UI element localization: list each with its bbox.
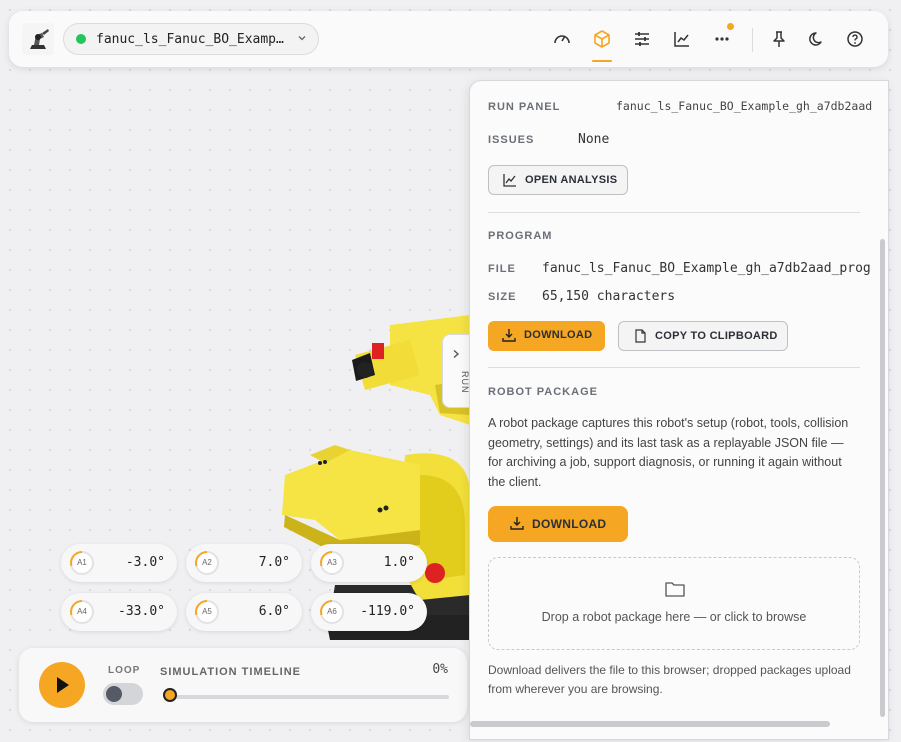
joint-label: A2 <box>202 558 212 567</box>
open-analysis-button[interactable]: OPEN ANALYSIS <box>488 165 628 195</box>
gauge-icon[interactable] <box>551 28 573 50</box>
robot-logo-icon[interactable] <box>22 23 54 55</box>
joint-readout-a4: A4 -33.0° <box>61 593 177 631</box>
joint-readout-a1: A1 -3.0° <box>61 544 177 582</box>
horizontal-scrollbar[interactable] <box>470 721 830 727</box>
joint-label: A4 <box>77 607 87 616</box>
joint-value: -3.0° <box>125 555 165 570</box>
robot-package-description: A robot package captures this robot's se… <box>488 416 849 489</box>
run-panel: RUN PANEL fanuc_ls_Fanuc_BO_Example_gh_a… <box>469 80 889 740</box>
timeline-label: SIMULATION TIMELINE <box>160 666 302 678</box>
program-label: PROGRAM <box>488 230 553 242</box>
download-icon <box>502 329 516 342</box>
joint-value: 7.0° <box>258 555 290 570</box>
toolbar-divider <box>752 28 753 52</box>
robot-3d-view[interactable] <box>270 315 470 640</box>
joint-label: A1 <box>77 558 87 567</box>
chart-icon <box>503 174 516 187</box>
notification-dot <box>727 23 734 30</box>
joint-readout-a2: A2 7.0° <box>186 544 302 582</box>
size-label: SIZE <box>488 291 517 303</box>
package-dropzone[interactable]: Drop a robot package here — or click to … <box>488 557 860 650</box>
section-divider <box>488 212 860 213</box>
run-panel-toggle[interactable]: RUN <box>442 334 470 408</box>
chart-icon[interactable] <box>671 28 693 50</box>
joint-readout-a5: A5 6.0° <box>186 593 302 631</box>
sliders-icon[interactable] <box>631 28 653 50</box>
run-panel-label: RUN PANEL <box>488 101 561 113</box>
section-divider <box>488 367 860 368</box>
document-icon <box>635 329 646 343</box>
joint-readout-a6: A6 -119.0° <box>311 593 427 631</box>
active-tab-indicator <box>592 60 612 62</box>
package-download-label: DOWNLOAD <box>532 517 607 531</box>
simulation-controls: LOOP SIMULATION TIMELINE 0% <box>19 648 467 722</box>
program-name: fanuc_ls_Fanuc_BO_Examp… <box>96 32 284 47</box>
copy-to-clipboard-button[interactable]: COPY TO CLIPBOARD <box>618 321 788 351</box>
program-selector[interactable]: fanuc_ls_Fanuc_BO_Examp… <box>63 23 319 55</box>
file-label: FILE <box>488 263 516 275</box>
joint-label: A5 <box>202 607 212 616</box>
robot-package-label: ROBOT PACKAGE <box>488 386 598 398</box>
chevron-down-icon <box>298 36 306 41</box>
issues-value: None <box>578 132 610 147</box>
top-bar: fanuc_ls_Fanuc_BO_Examp… <box>9 11 888 67</box>
joint-value: -33.0° <box>118 604 165 619</box>
download-package-button[interactable]: DOWNLOAD <box>488 506 628 542</box>
moon-icon[interactable] <box>806 28 828 50</box>
download-label: DOWNLOAD <box>524 329 593 341</box>
status-indicator <box>76 34 86 44</box>
joint-readout-a3: A3 1.0° <box>311 544 427 582</box>
joint-label: A6 <box>327 607 337 616</box>
timeline-track[interactable] <box>167 695 449 699</box>
play-button[interactable] <box>39 662 85 708</box>
folder-icon <box>665 582 685 597</box>
loop-label: LOOP <box>108 665 141 676</box>
chevron-right-icon <box>453 349 460 359</box>
run-tab-label: RUN <box>460 371 470 394</box>
issues-label: ISSUES <box>488 134 535 146</box>
help-icon[interactable] <box>844 28 866 50</box>
timeline-thumb[interactable] <box>163 688 177 702</box>
file-value: fanuc_ls_Fanuc_BO_Example_gh_a7db2aad_pr… <box>542 261 871 276</box>
dropzone-text: Drop a robot package here — or click to … <box>541 610 807 624</box>
size-value: 65,150 characters <box>542 289 676 304</box>
download-icon <box>510 517 524 530</box>
open-analysis-label: OPEN ANALYSIS <box>525 174 618 186</box>
copy-label: COPY TO CLIPBOARD <box>655 330 778 342</box>
joint-label: A3 <box>327 558 337 567</box>
play-icon <box>57 677 69 693</box>
more-icon[interactable] <box>711 28 733 50</box>
joint-value: 6.0° <box>258 604 290 619</box>
run-panel-value: fanuc_ls_Fanuc_BO_Example_gh_a7db2aad <box>616 99 873 113</box>
timeline-percent: 0% <box>432 662 448 677</box>
cube-icon[interactable] <box>591 28 613 50</box>
vertical-scrollbar[interactable] <box>880 239 885 717</box>
loop-toggle[interactable] <box>103 683 143 705</box>
joint-value: -119.0° <box>360 604 415 619</box>
toggle-knob <box>106 686 122 702</box>
joint-value: 1.0° <box>383 555 415 570</box>
download-program-button[interactable]: DOWNLOAD <box>488 321 605 351</box>
download-footnote: Download delivers the file to this brows… <box>488 663 851 696</box>
pin-icon[interactable] <box>768 28 790 50</box>
